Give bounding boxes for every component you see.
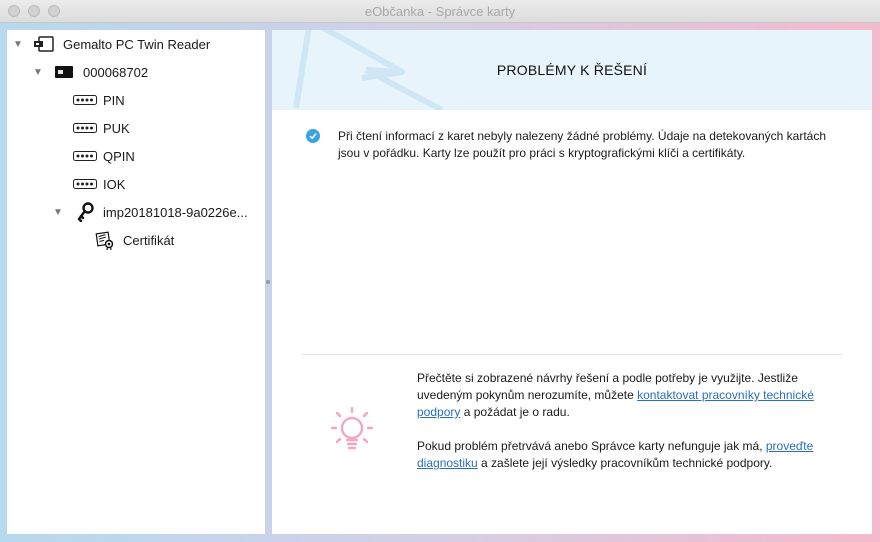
header-banner: PROBLÉMY K ŘEŠENÍ	[272, 30, 872, 110]
divider	[302, 354, 842, 355]
help-paragraph-2: Pokud problém přetrvává anebo Správce ka…	[417, 438, 837, 472]
tree-item-reader[interactable]: ▼ Gemalto PC Twin Reader	[7, 32, 265, 56]
disclosure-expanded-icon[interactable]: ▼	[12, 39, 24, 50]
split-view-handle[interactable]	[265, 278, 270, 286]
tree-label-pin: PIN	[103, 92, 125, 108]
page-title: PROBLÉMY K ŘEŠENÍ	[496, 62, 648, 78]
tree-item-card[interactable]: ▼ 000068702	[7, 60, 265, 84]
tree-label-certificate: Certifikát	[123, 232, 175, 248]
app-window: eObčanka - Správce karty ▼ Gemalto PC Tw…	[0, 0, 880, 542]
help-text: a zašlete její výsledky pracovníkům tech…	[477, 456, 773, 470]
tree-label-key: imp20181018-9a0226e...	[103, 204, 248, 220]
tree-item-qpin[interactable]: QPIN	[7, 144, 265, 168]
help-text: a požádat je o radu.	[460, 405, 570, 419]
tree-label-qpin: QPIN	[103, 148, 135, 164]
help-section: Přečtěte si zobrazené návrhy řešení a po…	[417, 370, 837, 489]
tree-item-iok[interactable]: IOK	[7, 172, 265, 196]
title-bar: eObčanka - Správce karty	[0, 0, 880, 23]
tree-item-pin[interactable]: PIN	[7, 88, 265, 112]
smart-card-icon	[55, 66, 73, 78]
check-icon	[306, 129, 320, 143]
pin-dots-icon	[73, 95, 97, 105]
certificate-icon	[95, 230, 115, 250]
disclosure-expanded-icon[interactable]: ▼	[52, 207, 64, 218]
lightbulb-icon	[326, 404, 378, 461]
card-reader-icon	[33, 36, 55, 52]
tree-label-iok: IOK	[103, 176, 126, 192]
tree-label-card: 000068702	[83, 64, 149, 80]
pin-dots-icon	[73, 151, 97, 161]
status-text: Při čtení informací z karet nebyly nalez…	[338, 129, 827, 160]
help-text: Pokud problém přetrvává anebo Správce ka…	[417, 439, 766, 453]
tree-item-key[interactable]: ▼ imp20181018-9a0226e...	[7, 200, 265, 224]
pin-dots-icon	[73, 123, 97, 133]
key-icon	[77, 202, 95, 222]
window-title: eObčanka - Správce karty	[364, 4, 516, 19]
help-paragraph-1: Přečtěte si zobrazené návrhy řešení a po…	[417, 370, 837, 421]
main-panel: PROBLÉMY K ŘEŠENÍ Při čtení informací z …	[272, 30, 872, 534]
tree-item-puk[interactable]: PUK	[7, 116, 265, 140]
tree-item-certificate[interactable]: Certifikát	[7, 228, 265, 252]
pin-dots-icon	[73, 179, 97, 189]
disclosure-expanded-icon[interactable]: ▼	[32, 67, 44, 78]
tree-label-puk: PUK	[103, 120, 130, 136]
tree-label-reader: Gemalto PC Twin Reader	[63, 36, 211, 52]
card-tree: ▼ Gemalto PC Twin Reader ▼ 000068702 PIN…	[7, 30, 265, 534]
